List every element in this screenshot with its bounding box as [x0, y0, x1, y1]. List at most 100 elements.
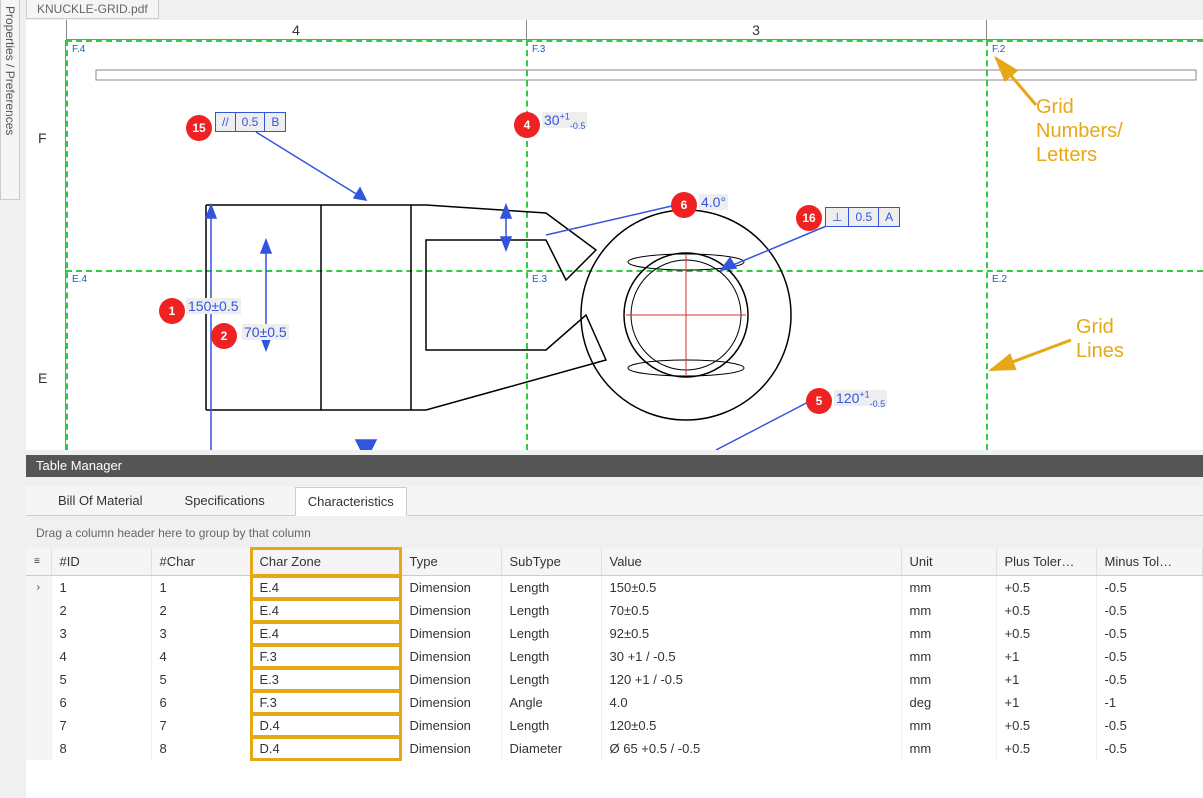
- cell-subtype[interactable]: Diameter: [501, 737, 601, 760]
- col-type[interactable]: Type: [401, 548, 501, 576]
- row-indicator[interactable]: [26, 668, 51, 691]
- cell-minus-tol[interactable]: -0.5: [1096, 645, 1203, 668]
- col-id[interactable]: #ID: [51, 548, 151, 576]
- cell-char-zone[interactable]: E.3: [251, 668, 401, 691]
- characteristics-grid[interactable]: ≡ #ID #Char Char Zone Type SubType Value…: [26, 548, 1203, 798]
- cell-plus-tol[interactable]: +1: [996, 691, 1096, 714]
- col-char-zone[interactable]: Char Zone: [251, 548, 401, 576]
- cell-unit[interactable]: mm: [901, 622, 996, 645]
- dimension-1[interactable]: 150±0.5: [186, 298, 241, 314]
- cell-value[interactable]: 4.0: [601, 691, 901, 714]
- row-indicator[interactable]: [26, 691, 51, 714]
- row-indicator[interactable]: [26, 737, 51, 760]
- cell-value[interactable]: Ø 65 +0.5 / -0.5: [601, 737, 901, 760]
- balloon-5[interactable]: 5: [806, 388, 832, 414]
- cell-type[interactable]: Dimension: [401, 599, 501, 622]
- cell-char[interactable]: 4: [151, 645, 251, 668]
- cell-subtype[interactable]: Length: [501, 645, 601, 668]
- cell-char-zone[interactable]: D.4: [251, 737, 401, 760]
- cell-char[interactable]: 5: [151, 668, 251, 691]
- balloon-4[interactable]: 4: [514, 112, 540, 138]
- cell-id[interactable]: 4: [51, 645, 151, 668]
- cell-char[interactable]: 7: [151, 714, 251, 737]
- cell-type[interactable]: Dimension: [401, 737, 501, 760]
- cell-plus-tol[interactable]: +0.5: [996, 576, 1096, 600]
- side-panel-tab[interactable]: Properties / Preferences: [0, 0, 20, 200]
- cell-minus-tol[interactable]: -0.5: [1096, 622, 1203, 645]
- cell-char-zone[interactable]: E.4: [251, 622, 401, 645]
- col-unit[interactable]: Unit: [901, 548, 996, 576]
- cell-plus-tol[interactable]: +1: [996, 668, 1096, 691]
- cell-id[interactable]: 8: [51, 737, 151, 760]
- cell-plus-tol[interactable]: +0.5: [996, 737, 1096, 760]
- row-indicator[interactable]: ›: [26, 576, 51, 600]
- col-char[interactable]: #Char: [151, 548, 251, 576]
- col-value[interactable]: Value: [601, 548, 901, 576]
- drawing-viewport[interactable]: 4 3 2 F E F.4 F.3 F.2 E.4 E.3 E.2: [26, 20, 1203, 450]
- cell-id[interactable]: 3: [51, 622, 151, 645]
- row-indicator[interactable]: [26, 622, 51, 645]
- cell-id[interactable]: 2: [51, 599, 151, 622]
- cell-id[interactable]: 7: [51, 714, 151, 737]
- cell-id[interactable]: 5: [51, 668, 151, 691]
- fcf-perpendicularity[interactable]: ⊥ 0.5 A: [826, 207, 900, 227]
- cell-unit[interactable]: mm: [901, 668, 996, 691]
- cell-value[interactable]: 120±0.5: [601, 714, 901, 737]
- cell-subtype[interactable]: Angle: [501, 691, 601, 714]
- cell-subtype[interactable]: Length: [501, 576, 601, 600]
- cell-value[interactable]: 150±0.5: [601, 576, 901, 600]
- cell-value[interactable]: 92±0.5: [601, 622, 901, 645]
- cell-type[interactable]: Dimension: [401, 576, 501, 600]
- tab-bom[interactable]: Bill Of Material: [46, 487, 155, 514]
- cell-unit[interactable]: mm: [901, 599, 996, 622]
- table-row[interactable]: 55E.3DimensionLength120 +1 / -0.5mm+1-0.…: [26, 668, 1203, 691]
- cell-char-zone[interactable]: F.3: [251, 691, 401, 714]
- cell-minus-tol[interactable]: -0.5: [1096, 668, 1203, 691]
- cell-value[interactable]: 70±0.5: [601, 599, 901, 622]
- cell-plus-tol[interactable]: +1: [996, 645, 1096, 668]
- cell-id[interactable]: 6: [51, 691, 151, 714]
- cell-unit[interactable]: mm: [901, 576, 996, 600]
- cell-char-zone[interactable]: D.4: [251, 714, 401, 737]
- cell-char-zone[interactable]: E.4: [251, 576, 401, 600]
- cell-subtype[interactable]: Length: [501, 622, 601, 645]
- cell-type[interactable]: Dimension: [401, 714, 501, 737]
- cell-plus-tol[interactable]: +0.5: [996, 714, 1096, 737]
- dimension-4[interactable]: 30+1-0.5: [542, 112, 587, 128]
- cell-char[interactable]: 2: [151, 599, 251, 622]
- balloon-15[interactable]: 15: [186, 115, 212, 141]
- cell-type[interactable]: Dimension: [401, 622, 501, 645]
- col-subtype[interactable]: SubType: [501, 548, 601, 576]
- cell-char[interactable]: 6: [151, 691, 251, 714]
- cell-subtype[interactable]: Length: [501, 599, 601, 622]
- balloon-6[interactable]: 6: [671, 192, 697, 218]
- row-indicator[interactable]: [26, 714, 51, 737]
- table-row[interactable]: 88D.4DimensionDiameterØ 65 +0.5 / -0.5mm…: [26, 737, 1203, 760]
- table-row[interactable]: 77D.4DimensionLength120±0.5mm+0.5-0.5: [26, 714, 1203, 737]
- cell-char-zone[interactable]: E.4: [251, 599, 401, 622]
- cell-char[interactable]: 8: [151, 737, 251, 760]
- cell-subtype[interactable]: Length: [501, 668, 601, 691]
- table-row[interactable]: 22E.4DimensionLength70±0.5mm+0.5-0.5: [26, 599, 1203, 622]
- cell-char-zone[interactable]: F.3: [251, 645, 401, 668]
- cell-type[interactable]: Dimension: [401, 691, 501, 714]
- cell-id[interactable]: 1: [51, 576, 151, 600]
- cell-subtype[interactable]: Length: [501, 714, 601, 737]
- cell-value[interactable]: 120 +1 / -0.5: [601, 668, 901, 691]
- tab-characteristics[interactable]: Characteristics: [295, 487, 407, 516]
- dimension-5[interactable]: 120+1-0.5: [834, 390, 887, 406]
- cell-unit[interactable]: deg: [901, 691, 996, 714]
- dimension-2[interactable]: 70±0.5: [242, 324, 289, 340]
- col-minus-tol[interactable]: Minus Tol…: [1096, 548, 1203, 576]
- cell-minus-tol[interactable]: -1: [1096, 691, 1203, 714]
- balloon-2[interactable]: 2: [211, 323, 237, 349]
- table-row[interactable]: 66F.3DimensionAngle4.0deg+1-1: [26, 691, 1203, 714]
- dimension-6[interactable]: 4.0°: [699, 194, 728, 210]
- table-row[interactable]: 33E.4DimensionLength92±0.5mm+0.5-0.5: [26, 622, 1203, 645]
- cell-minus-tol[interactable]: -0.5: [1096, 714, 1203, 737]
- cell-minus-tol[interactable]: -0.5: [1096, 576, 1203, 600]
- table-row[interactable]: 44F.3DimensionLength30 +1 / -0.5mm+1-0.5: [26, 645, 1203, 668]
- cell-value[interactable]: 30 +1 / -0.5: [601, 645, 901, 668]
- cell-unit[interactable]: mm: [901, 737, 996, 760]
- cell-minus-tol[interactable]: -0.5: [1096, 737, 1203, 760]
